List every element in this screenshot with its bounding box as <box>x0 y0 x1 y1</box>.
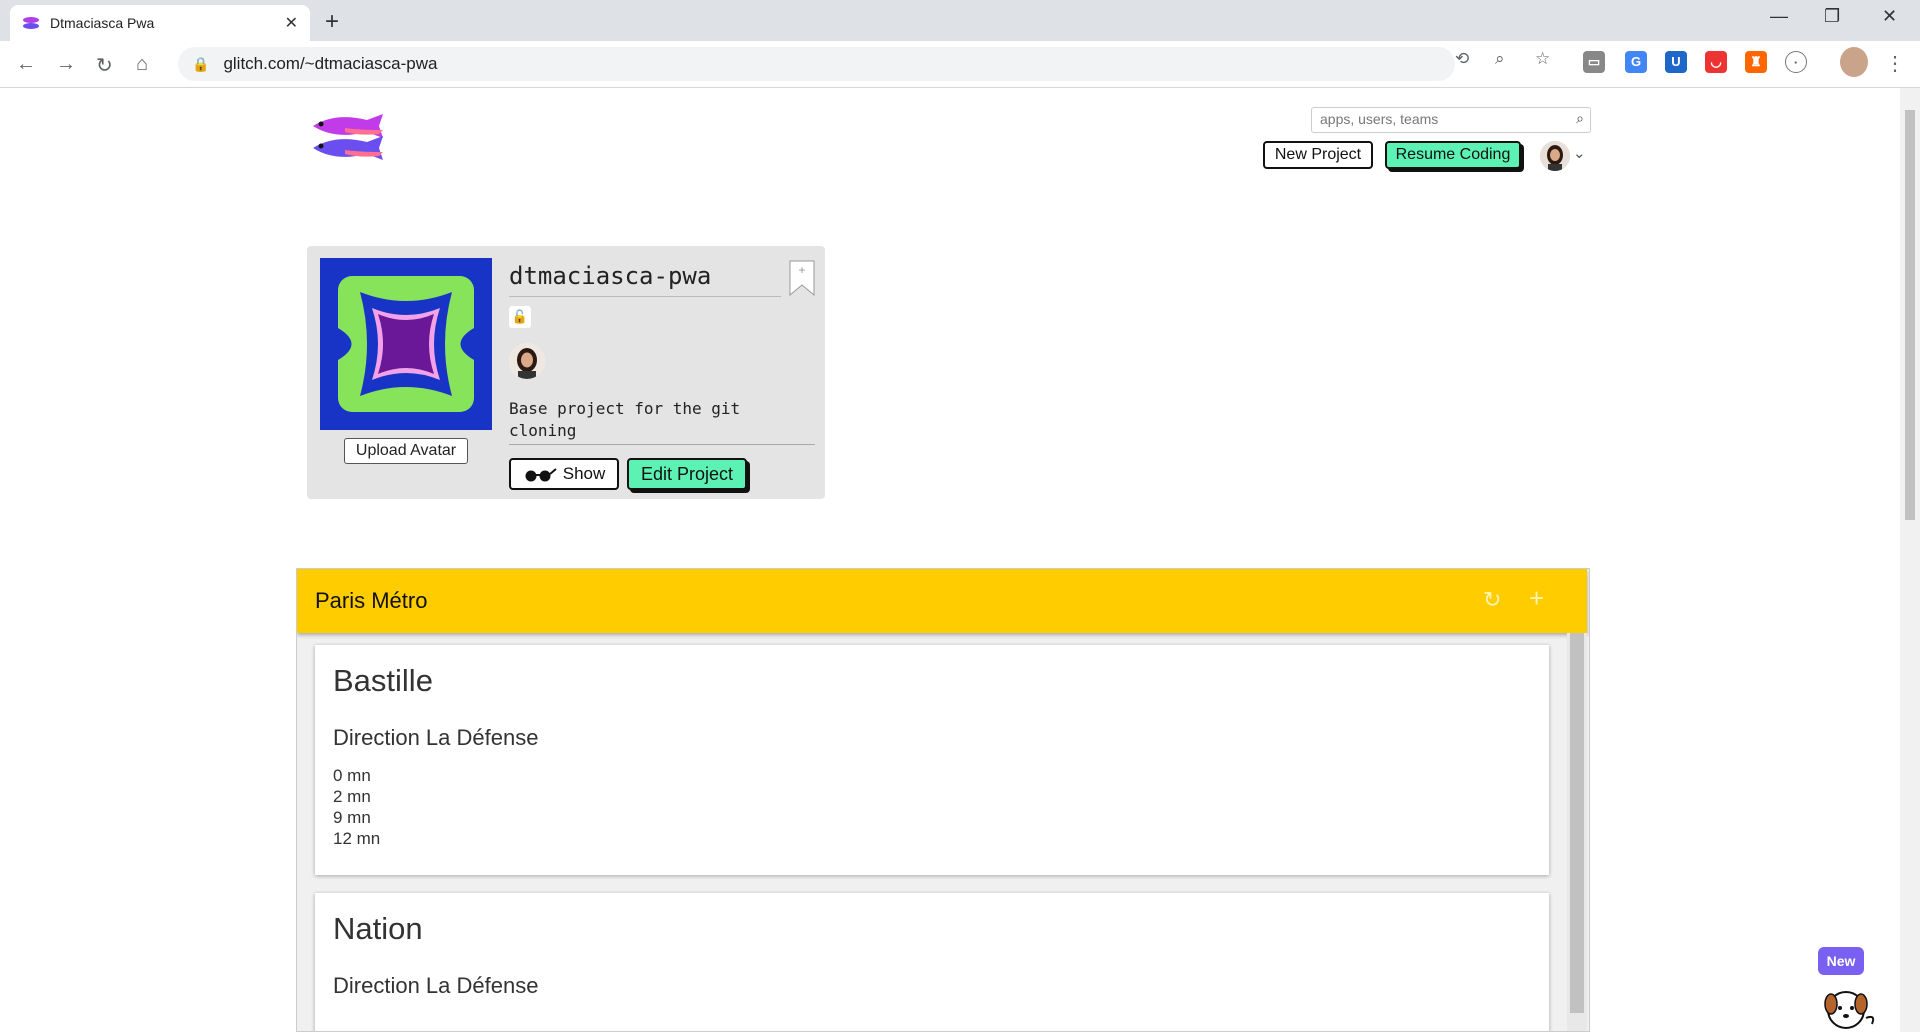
browser-tab[interactable]: Dtmaciasca Pwa ✕ <box>10 5 310 41</box>
app-scrollbar[interactable] <box>1567 633 1587 1031</box>
browser-toolbar: ← → ↻ ⌂ 🔒 glitch.com/~dtmaciasca-pwa ⟲ ⌕… <box>0 41 1920 88</box>
station-direction: Direction La Défense <box>333 725 539 750</box>
address-bar[interactable]: 🔒 glitch.com/~dtmaciasca-pwa <box>178 47 1455 81</box>
project-avatar <box>320 258 492 430</box>
reload-icon[interactable]: ↻ <box>96 53 113 78</box>
ui-extension-icon[interactable]: U <box>1665 51 1687 73</box>
glitch-logo-icon[interactable] <box>305 108 385 170</box>
add-icon[interactable]: + <box>1529 583 1544 614</box>
back-icon[interactable]: ← <box>16 53 36 76</box>
owner-avatar[interactable] <box>509 343 545 379</box>
show-button[interactable]: Show <box>509 458 619 490</box>
browser-tabbar: Dtmaciasca Pwa ✕ + — ❐ ✕ <box>0 0 1920 41</box>
refresh-icon[interactable]: ↻ <box>1483 587 1501 613</box>
new-tab-icon[interactable]: + <box>325 8 339 36</box>
project-description: Base project for the git cloning <box>509 398 815 445</box>
profile-avatar-icon[interactable] <box>1840 47 1868 77</box>
zoom-icon[interactable]: ⌕ <box>1495 49 1505 69</box>
glitch-page: apps, users, teams ⌕ New Project Resume … <box>0 88 1900 1032</box>
restore-icon[interactable]: ❐ <box>1824 6 1840 27</box>
minimize-icon[interactable]: — <box>1770 6 1788 27</box>
google-translate-extension-icon[interactable]: G <box>1625 51 1647 73</box>
show-label: Show <box>562 464 606 483</box>
tab-title: Dtmaciasca Pwa <box>50 15 155 31</box>
station-direction: Direction La Défense <box>333 973 539 998</box>
cast-extension-icon[interactable]: ▭ <box>1583 51 1605 73</box>
departure-time: 0 mn <box>333 766 371 785</box>
chevron-down-icon[interactable]: ⌄ <box>1573 144 1586 162</box>
glitch-favicon-icon <box>23 17 39 29</box>
edit-project-button[interactable]: Edit Project <box>627 458 747 490</box>
search-input[interactable]: apps, users, teams ⌕ <box>1311 107 1591 133</box>
app-header: Paris Métro ↻ + <box>297 569 1587 633</box>
station-name: Bastille <box>333 663 433 698</box>
station-card: Nation Direction La Défense <box>315 893 1549 1031</box>
bookmark-icon[interactable]: + <box>789 260 815 296</box>
pocket-extension-icon[interactable]: ◡ <box>1705 51 1727 73</box>
translate-icon[interactable]: ⟲ <box>1455 49 1469 69</box>
sunglasses-icon <box>525 468 557 482</box>
departure-time: 12 mn <box>333 829 381 848</box>
app-embed: Paris Métro ↻ + Bastille Direction La Dé… <box>296 568 1590 1032</box>
station-name: Nation <box>333 911 423 946</box>
page-scrollbar-thumb[interactable] <box>1905 110 1915 520</box>
project-name: dtmaciasca-pwa <box>509 262 781 297</box>
chrome-menu-icon[interactable]: ⋮ <box>1885 51 1905 76</box>
svg-text:+: + <box>798 263 805 277</box>
private-lock-icon[interactable]: 🔓 <box>509 306 531 328</box>
page-scrollbar[interactable] <box>1900 88 1920 1032</box>
lock-icon: 🔒 <box>192 55 210 72</box>
window-close-icon[interactable]: ✕ <box>1882 6 1897 27</box>
station-card: Bastille Direction La Défense 0 mn 2 mn … <box>315 645 1549 875</box>
home-icon[interactable]: ⌂ <box>136 53 148 76</box>
address-url: glitch.com/~dtmaciasca-pwa <box>223 54 438 73</box>
star-icon[interactable]: ☆ <box>1535 49 1550 69</box>
search-icon[interactable]: ⌕ <box>1576 110 1584 127</box>
upload-avatar-button[interactable]: Upload Avatar <box>344 438 468 464</box>
new-badge[interactable]: New <box>1818 947 1864 975</box>
app-scrollbar-thumb[interactable] <box>1570 633 1584 1013</box>
departure-time: 9 mn <box>333 808 371 827</box>
app-title: Paris Métro <box>315 588 428 613</box>
rabbit-extension-icon[interactable]: ♜ <box>1745 51 1767 73</box>
user-avatar[interactable] <box>1540 141 1570 171</box>
tab-close-icon[interactable]: ✕ <box>285 13 298 33</box>
search-placeholder: apps, users, teams <box>1320 111 1439 127</box>
departure-time: 2 mn <box>333 787 371 806</box>
new-project-button[interactable]: New Project <box>1263 141 1373 169</box>
help-dog-icon[interactable] <box>1818 978 1878 1032</box>
project-card: Upload Avatar dtmaciasca-pwa + 🔓 Base pr… <box>307 246 825 499</box>
resume-coding-button[interactable]: Resume Coding <box>1385 141 1521 169</box>
code-extension-icon[interactable]: · <box>1785 51 1807 73</box>
forward-icon[interactable]: → <box>56 53 76 76</box>
